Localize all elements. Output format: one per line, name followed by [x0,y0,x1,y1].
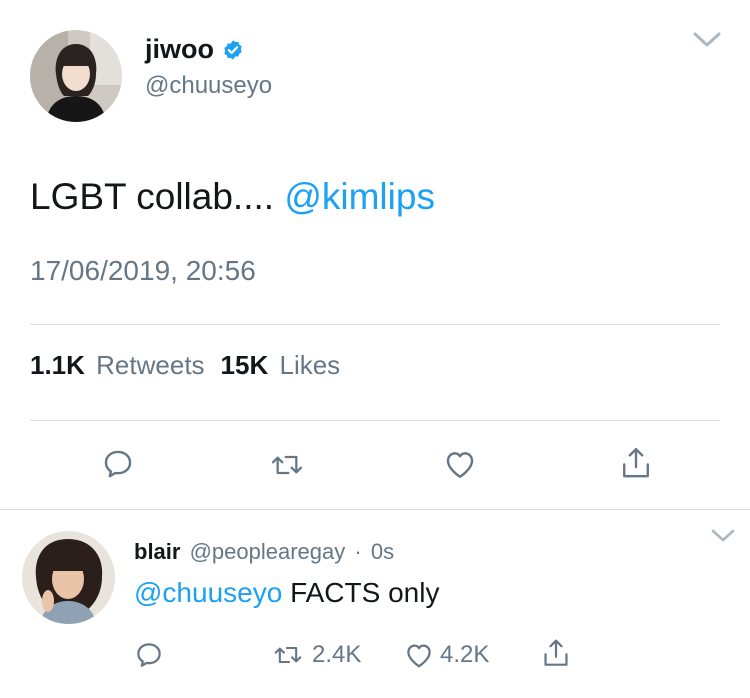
tweet-timestamp[interactable]: 17/06/2019, 20:56 [30,255,256,287]
share-icon[interactable] [619,445,653,481]
likes-stat[interactable]: 15K Likes [221,350,341,381]
reply-handle[interactable]: @peoplearegay [190,539,346,564]
avatar-image [22,531,115,624]
reply-mention-link[interactable]: @chuuseyo [134,577,282,608]
author-avatar[interactable] [30,30,122,122]
avatar-image [30,30,122,122]
author-display-name[interactable]: jiwoo [145,34,214,65]
like-count: 4.2K [440,641,490,668]
likes-label: Likes [279,350,341,380]
share-icon[interactable] [541,637,571,669]
likes-count: 15K [220,350,269,380]
retweet-icon[interactable] [268,449,306,481]
reply-author-avatar[interactable] [22,531,115,624]
retweets-count: 1.1K [30,350,85,380]
author-handle[interactable]: @chuuseyo [145,72,272,100]
verified-badge-icon [222,39,244,61]
reply-time[interactable]: 0s [371,539,394,564]
reply-text-body: FACTS only [282,577,440,608]
author-name-row: jiwoo [145,34,244,65]
reply-text: @chuuseyo FACTS only [134,577,439,609]
header-separator: · [354,539,362,564]
reply-like-action[interactable]: 4.2K [404,641,489,669]
tweet-text-body: LGBT collab.... [30,176,285,217]
mention-link[interactable]: @kimlips [284,176,435,217]
reply-header: blair @peoplearegay · 0s [134,539,394,565]
chevron-down-icon[interactable] [710,528,736,544]
divider [30,420,720,421]
tweet-text: LGBT collab.... @kimlips [30,176,435,218]
reply-retweet-action[interactable]: 2.4K [270,641,361,669]
section-divider [0,509,750,510]
retweets-stat[interactable]: 1.1K Retweets [30,350,205,381]
chevron-down-icon[interactable] [692,30,722,50]
retweet-count: 2.4K [312,641,362,668]
retweet-icon [270,641,306,669]
like-icon[interactable] [443,448,477,480]
divider [30,324,720,325]
reply-display-name[interactable]: blair [134,539,180,564]
retweets-label: Retweets [96,350,205,380]
tweet-stats: 1.1K Retweets 15K Likes [30,350,340,381]
reply-icon[interactable] [134,640,164,670]
reply-icon[interactable] [101,447,135,481]
like-icon [404,641,434,669]
